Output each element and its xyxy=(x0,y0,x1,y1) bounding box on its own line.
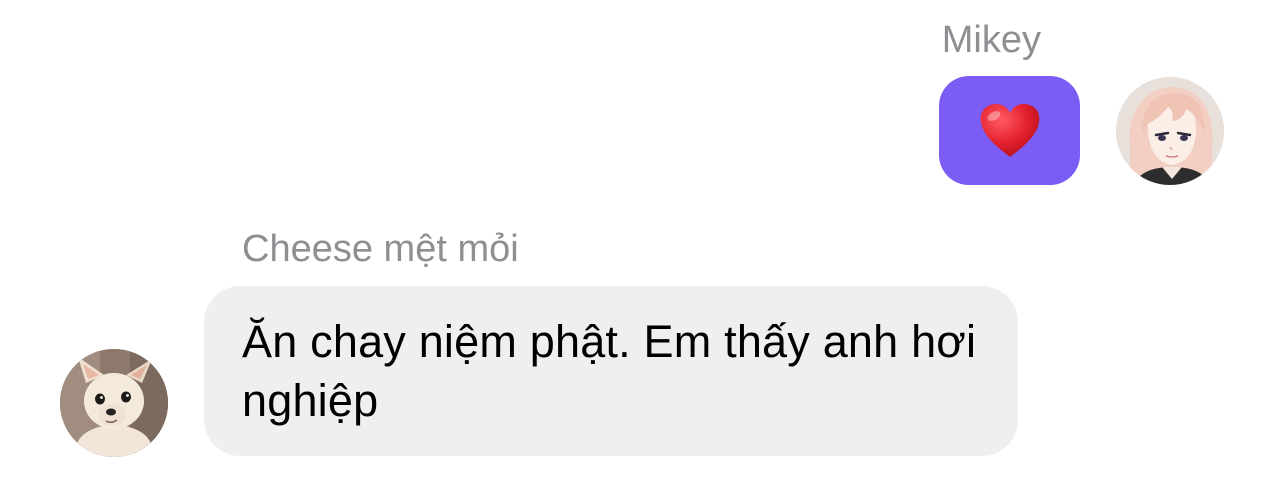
sender-name: Mikey xyxy=(941,19,1041,61)
message-text: Ăn chay niệm phật. Em thấy anh hơi nghiệ… xyxy=(242,316,977,426)
sender-name: Cheese mệt mỏi xyxy=(242,228,519,270)
heart-emoji xyxy=(979,103,1041,159)
anime-character-avatar-icon xyxy=(1116,77,1224,185)
avatar[interactable] xyxy=(1116,77,1224,185)
chihuahua-dog-avatar-icon xyxy=(60,349,168,457)
heart-icon xyxy=(980,103,1039,157)
message-bubble-incoming[interactable]: Ăn chay niệm phật. Em thấy anh hơi nghiệ… xyxy=(204,286,1018,456)
avatar[interactable] xyxy=(60,349,168,457)
message-bubble-outgoing[interactable] xyxy=(939,76,1080,185)
